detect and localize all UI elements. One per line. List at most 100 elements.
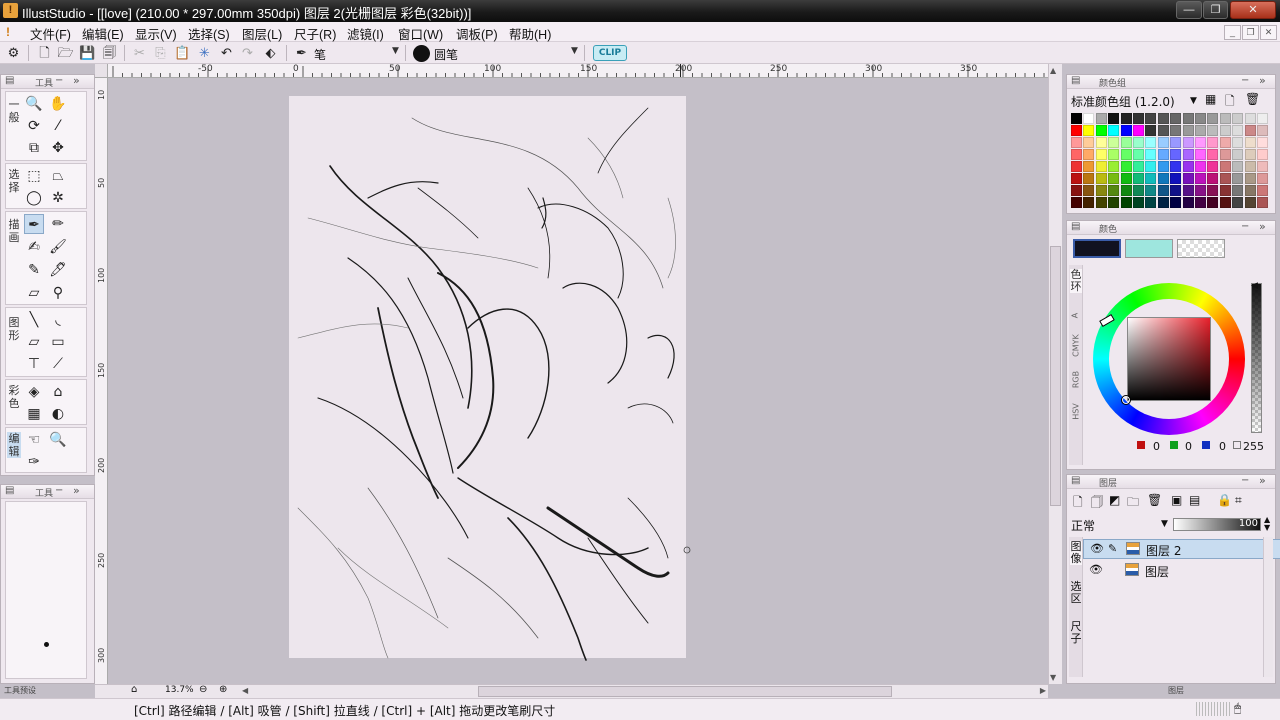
color-swatch[interactable] xyxy=(1195,185,1206,196)
menu-file[interactable]: 文件(F) xyxy=(30,24,71,43)
save-icon[interactable]: 💾 xyxy=(79,45,96,62)
color-swatch[interactable] xyxy=(1133,173,1144,184)
color-swatch[interactable] xyxy=(1108,173,1120,184)
rotate-tool-icon[interactable]: ⟳ xyxy=(24,116,44,136)
color-swatch[interactable] xyxy=(1207,185,1219,196)
color-swatch[interactable] xyxy=(1232,137,1244,148)
layer-mask-icon[interactable]: ▣ xyxy=(1171,493,1182,507)
polyline-tool-icon[interactable]: ⏥ xyxy=(24,332,44,352)
zoom-out-icon[interactable]: ⊖ xyxy=(199,684,207,695)
menu-help[interactable]: 帮助(H) xyxy=(509,24,551,43)
main-color-swatch[interactable] xyxy=(1073,239,1121,258)
color-swatch[interactable] xyxy=(1071,173,1082,184)
color-swatch[interactable] xyxy=(1207,161,1219,172)
color-swatch[interactable] xyxy=(1145,161,1157,172)
menu-select[interactable]: 选择(S) xyxy=(188,24,230,43)
curve-tool-icon[interactable]: ◟ xyxy=(48,310,68,330)
color-swatch[interactable] xyxy=(1157,185,1169,196)
paint-brush-icon[interactable]: 🖊 xyxy=(48,260,68,280)
menu-window[interactable]: 窗口(W) xyxy=(398,24,443,43)
color-swatch[interactable] xyxy=(1095,125,1107,136)
color-swatch[interactable] xyxy=(1083,185,1095,196)
color-swatch[interactable] xyxy=(1095,185,1107,196)
color-swatch[interactable] xyxy=(1244,185,1256,196)
color-swatch[interactable] xyxy=(1095,197,1107,208)
layer-mask-apply-icon[interactable]: ▤ xyxy=(1189,493,1200,507)
color-swatch[interactable] xyxy=(1108,125,1120,136)
color-swatch[interactable] xyxy=(1108,149,1120,160)
menu-view[interactable]: 显示(V) xyxy=(135,24,177,43)
color-swatch[interactable] xyxy=(1195,125,1206,136)
color-swatch[interactable] xyxy=(1157,161,1169,172)
color-swatch[interactable] xyxy=(1120,149,1132,160)
panel-minimize-icon[interactable]: − xyxy=(55,485,63,496)
color-swatch[interactable] xyxy=(1257,197,1268,208)
color-swatch[interactable] xyxy=(1170,125,1182,136)
color-swatch-grid[interactable] xyxy=(1071,113,1273,211)
transparent-color-swatch[interactable] xyxy=(1177,239,1225,258)
restore-button[interactable]: ❐ xyxy=(1203,1,1228,19)
panel-menu-icon[interactable]: ▤ xyxy=(1071,475,1080,486)
color-swatch[interactable] xyxy=(1157,173,1169,184)
opacity-slider-handle-icon[interactable]: ◀ xyxy=(1251,281,1258,291)
color-swatch[interactable] xyxy=(1195,161,1206,172)
gradient-tool-icon[interactable]: ▦ xyxy=(24,404,44,424)
color-swatch[interactable] xyxy=(1170,161,1182,172)
color-swatch[interactable] xyxy=(1145,125,1157,136)
scroll-right-icon[interactable]: ▶ xyxy=(1040,686,1046,695)
color-swatch[interactable] xyxy=(1182,173,1194,184)
panel-minimize-icon[interactable]: − xyxy=(55,75,63,86)
color-swatch[interactable] xyxy=(1071,149,1082,160)
tone-tool-icon[interactable]: ◐ xyxy=(48,404,68,424)
menu-edit[interactable]: 编辑(E) xyxy=(82,24,124,43)
color-swatch[interactable] xyxy=(1095,149,1107,160)
copy-icon[interactable]: ⎘ xyxy=(152,45,169,62)
color-swatch[interactable] xyxy=(1219,173,1231,184)
color-swatch[interactable] xyxy=(1083,149,1095,160)
color-swatch[interactable] xyxy=(1219,113,1231,124)
color-swatch[interactable] xyxy=(1170,137,1182,148)
delete-layer-icon[interactable]: 🗑 xyxy=(1147,493,1162,507)
layer-move-icon[interactable]: ⧉ xyxy=(24,138,44,158)
tool-preset-label[interactable]: 工具预设 xyxy=(4,685,36,696)
color-set-edit-icon[interactable]: 🗋 xyxy=(1225,92,1235,113)
color-swatch[interactable] xyxy=(1170,185,1182,196)
color-swatch[interactable] xyxy=(1083,197,1095,208)
scroll-left-icon[interactable]: ◀ xyxy=(242,686,248,695)
blend-mode-select[interactable]: 正常 xyxy=(1071,517,1161,533)
color-swatch[interactable] xyxy=(1219,161,1231,172)
pencil-tool-icon[interactable]: ✏ xyxy=(48,214,68,234)
color-swatch[interactable] xyxy=(1207,197,1219,208)
color-swatch[interactable] xyxy=(1244,137,1256,148)
tab-color-wheel[interactable]: 色环 xyxy=(1070,269,1082,293)
lasso-select-icon[interactable]: ◯ xyxy=(24,188,44,208)
color-swatch[interactable] xyxy=(1195,137,1206,148)
eraser-tool-icon[interactable]: ▱ xyxy=(24,283,44,303)
color-swatch[interactable] xyxy=(1133,125,1144,136)
eyedropper-tool-icon[interactable]: ⁄ xyxy=(48,116,68,136)
new-file-icon[interactable]: 🗋 xyxy=(36,45,53,62)
color-swatch[interactable] xyxy=(1182,197,1194,208)
rect-select-icon[interactable]: ⬚ xyxy=(24,166,44,186)
color-swatch[interactable] xyxy=(1083,113,1095,124)
color-swatch[interactable] xyxy=(1232,125,1244,136)
deselect-icon[interactable]: ✳ xyxy=(196,45,213,62)
opacity-stepper-icon[interactable]: ▲ ▼ xyxy=(1264,516,1270,532)
eye-icon[interactable]: 👁 xyxy=(1089,563,1103,576)
magic-wand-icon[interactable]: ✲ xyxy=(48,188,68,208)
color-swatch[interactable] xyxy=(1095,137,1107,148)
color-swatch[interactable] xyxy=(1244,173,1256,184)
color-swatch[interactable] xyxy=(1182,149,1194,160)
color-swatch[interactable] xyxy=(1244,113,1256,124)
tab-image[interactable]: 图像 xyxy=(1070,541,1082,565)
zoom-tool-icon[interactable]: 🔍 xyxy=(24,94,44,114)
color-swatch[interactable] xyxy=(1071,197,1082,208)
horizontal-scrollbar[interactable]: ◀ ▶ xyxy=(240,684,1048,698)
panel-expand-icon[interactable]: » xyxy=(1259,474,1266,487)
color-swatch[interactable] xyxy=(1244,149,1256,160)
hand-tool-icon[interactable]: ✋ xyxy=(48,94,68,114)
color-swatch[interactable] xyxy=(1095,161,1107,172)
pen-tool-icon[interactable]: ✒ xyxy=(24,214,44,234)
tab-cmyk[interactable]: CMYK xyxy=(1072,329,1081,363)
move-tool-icon[interactable]: ✥ xyxy=(48,138,68,158)
